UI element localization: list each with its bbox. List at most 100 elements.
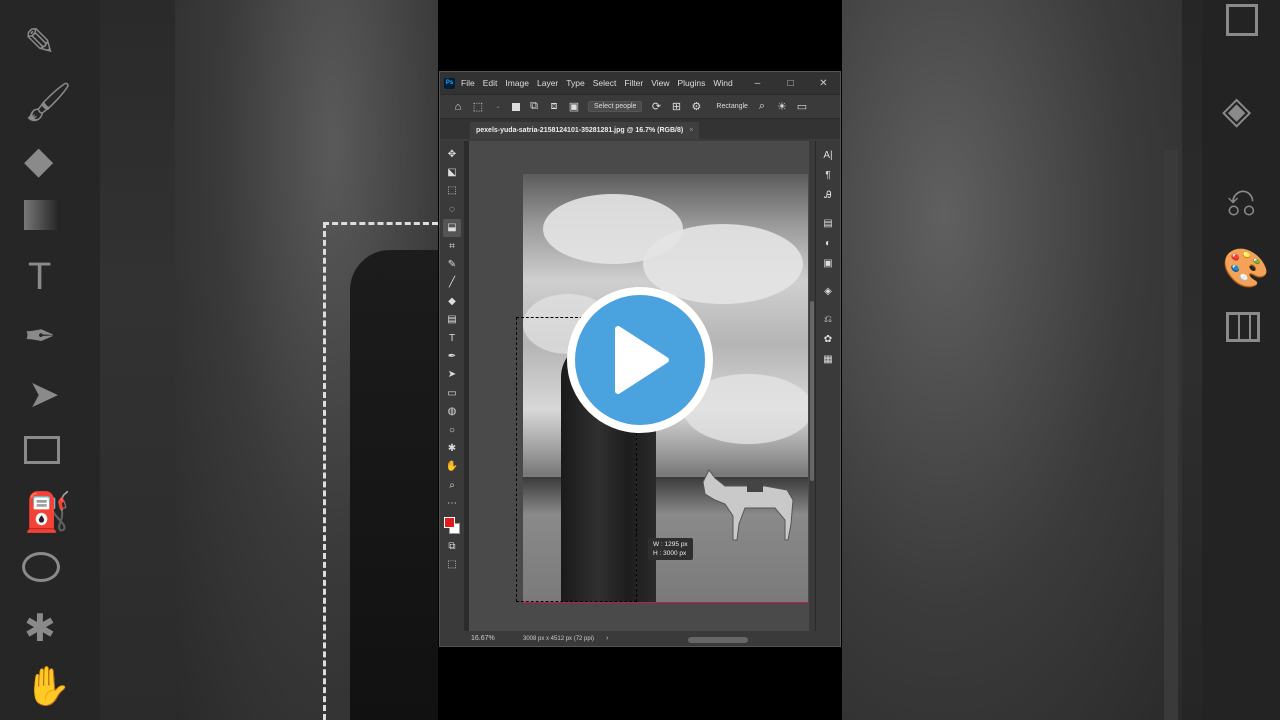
object-select-tool-icon[interactable]: ⬚ — [472, 100, 484, 113]
pen-icon: ✒ — [24, 316, 56, 358]
scroll-thumb[interactable] — [810, 301, 814, 481]
menu-image[interactable]: Image — [505, 78, 529, 88]
horizontal-scroll-thumb[interactable] — [688, 637, 748, 643]
eraser-icon: ◆ — [24, 140, 54, 182]
menu-edit[interactable]: Edit — [483, 78, 498, 88]
custom-shape-tool-icon[interactable]: ✱ — [443, 439, 461, 457]
status-menu-arrow[interactable]: › — [606, 635, 608, 642]
panels-strip: A| ¶ Ꭿ ▤ ◐ ▣ ◈ ⎌ ✿ ▦ — [815, 141, 840, 631]
menu-select[interactable]: Select — [593, 78, 617, 88]
move-tool-icon[interactable]: ✥ — [443, 145, 461, 163]
vertical-scrollbar[interactable] — [809, 141, 815, 631]
swatches-icon — [1226, 312, 1260, 342]
type-icon: T — [28, 256, 52, 298]
search-icon[interactable]: ⌕ — [756, 100, 768, 113]
selection-height: H : 3000 px — [653, 550, 687, 557]
layers-icon: ◈ — [1222, 90, 1252, 132]
foreground-color[interactable] — [444, 516, 455, 528]
color-swatches[interactable] — [443, 515, 461, 537]
mode-select[interactable]: Rectangle — [716, 103, 748, 110]
character-panel-icon[interactable]: A| — [819, 145, 837, 165]
subtract-selection-icon[interactable]: ⧈ — [548, 100, 560, 113]
pen-tool-icon[interactable]: ✒ — [443, 347, 461, 365]
history-icon: ⎌ — [1226, 182, 1257, 224]
layers-panel-icon[interactable]: ◈ — [819, 281, 837, 301]
rectangle-tool-icon[interactable]: ▭ — [443, 384, 461, 402]
crop-tool-icon[interactable]: ⌗ — [443, 237, 461, 255]
screen-mode-icon[interactable]: ⬚ — [443, 555, 461, 573]
glyphs-panel-icon[interactable]: Ꭿ — [819, 185, 837, 205]
menu-view[interactable]: View — [651, 78, 669, 88]
menu-window[interactable]: Wind — [713, 78, 732, 88]
document-info: 3008 px x 4512 px (72 ppi) — [523, 635, 595, 642]
quick-mask-icon[interactable]: ⧉ — [443, 537, 461, 555]
document-tab-title: pexels-yuda-satria-2158124101-35281281.j… — [476, 127, 684, 134]
maximize-button[interactable]: □ — [774, 78, 807, 89]
title-bar: Ps File Edit Image Layer Type Select Fil… — [440, 72, 840, 94]
menu-layer[interactable]: Layer — [537, 78, 558, 88]
zoom-tool-icon[interactable]: ⌕ — [443, 476, 461, 494]
settings-gear-icon[interactable]: ⚙ — [690, 100, 702, 113]
shape-icon: ✱ — [24, 608, 56, 650]
gradient-icon — [24, 200, 60, 230]
tools-panel: ✥ ⬕ ⬚ ◌ ⬓ ⌗ ✎ ╱ ◆ ▤ T ✒ ➤ ▭ ◍ ○ ✱ ✋ ⌕ ⋯ … — [440, 141, 464, 631]
selection-width: W : 1295 px — [653, 541, 688, 548]
history-panel-icon[interactable]: ⎌ — [819, 309, 837, 329]
blurred-photo-right — [842, 0, 1182, 720]
path-selection-tool-icon[interactable]: ➤ — [443, 366, 461, 384]
paragraph-panel-icon[interactable]: ¶ — [819, 165, 837, 185]
libraries-panel-icon[interactable]: ▤ — [819, 213, 837, 233]
home-icon[interactable]: ⌂ — [452, 101, 464, 113]
menu-plugins[interactable]: Plugins — [677, 78, 705, 88]
gradient-tool-icon[interactable]: ▤ — [443, 311, 461, 329]
swatches-panel-icon[interactable]: ▦ — [819, 349, 837, 369]
color-panel-icon[interactable]: ✿ — [819, 329, 837, 349]
brush-icon: 🖌 — [24, 82, 73, 124]
artboard-tool-icon[interactable]: ⬕ — [443, 163, 461, 181]
document-edge-line — [523, 602, 808, 603]
layout-icon — [1226, 4, 1258, 36]
eraser-tool-icon[interactable]: ◆ — [443, 292, 461, 310]
menu-file[interactable]: File — [461, 78, 475, 88]
menu-filter[interactable]: Filter — [624, 78, 643, 88]
menu-type[interactable]: Type — [566, 78, 584, 88]
arrow-icon: ➤ — [28, 374, 60, 416]
blurred-selection — [323, 222, 438, 720]
options-bar: ⌂ ⬚ ⌄ ⧉ ⧈ ▣ Select people ⟳ ⊞ ⚙ Rectangl… — [440, 94, 840, 119]
refresh-icon[interactable]: ⟳ — [650, 100, 662, 113]
background-left-blur: ✎ 🖌 ◆ T ✒ ➤ ⛽ ✱ ✋ — [0, 0, 438, 720]
photoshop-logo: Ps — [444, 77, 455, 89]
rectangle-icon — [24, 436, 60, 464]
object-selection-tool-icon[interactable]: ⬓ — [443, 218, 461, 237]
intersect-selection-icon[interactable]: ▣ — [568, 100, 580, 113]
marquee-tool-icon[interactable]: ⬚ — [443, 182, 461, 200]
more-tools-icon[interactable]: ⋯ — [443, 494, 461, 512]
properties-panel-icon[interactable]: ▣ — [819, 253, 837, 273]
type-tool-icon[interactable]: T — [443, 329, 461, 347]
close-tab-icon[interactable]: × — [689, 127, 693, 134]
hand-tool-icon[interactable]: ✋ — [443, 458, 461, 476]
lightbulb-icon[interactable]: ☀ — [776, 100, 788, 113]
selection-size-tooltip: W : 1295 px H : 3000 px — [648, 538, 693, 560]
blurred-scrollbar — [1164, 150, 1178, 720]
add-selection-icon[interactable]: ⧉ — [528, 100, 540, 113]
video-play-button[interactable] — [567, 287, 713, 433]
new-selection-icon[interactable] — [512, 102, 520, 111]
select-people-button[interactable]: Select people — [588, 101, 643, 112]
document-tab[interactable]: pexels-yuda-satria-2158124101-35281281.j… — [470, 122, 700, 139]
close-button[interactable]: ✕ — [807, 78, 840, 89]
minimize-button[interactable]: – — [741, 78, 774, 89]
paint-bucket-tool-icon[interactable]: ◍ — [443, 402, 461, 420]
ellipse-tool-icon[interactable]: ○ — [443, 421, 461, 439]
document-tab-bar: pexels-yuda-satria-2158124101-35281281.j… — [440, 119, 840, 139]
brush-tool-icon[interactable]: ╱ — [443, 274, 461, 292]
show-all-objects-icon[interactable]: ⊞ — [670, 100, 682, 113]
ellipse-icon — [22, 552, 60, 582]
workspace-icon[interactable]: ▭ — [796, 100, 808, 113]
eyedropper-tool-icon[interactable]: ✎ — [443, 255, 461, 273]
eyedropper-icon: ✎ — [24, 22, 56, 64]
chevron-down-icon[interactable]: ⌄ — [492, 103, 504, 110]
adjustments-panel-icon[interactable]: ◐ — [819, 233, 837, 253]
zoom-level[interactable]: 16.67% — [471, 635, 523, 642]
lasso-tool-icon[interactable]: ◌ — [443, 200, 461, 218]
